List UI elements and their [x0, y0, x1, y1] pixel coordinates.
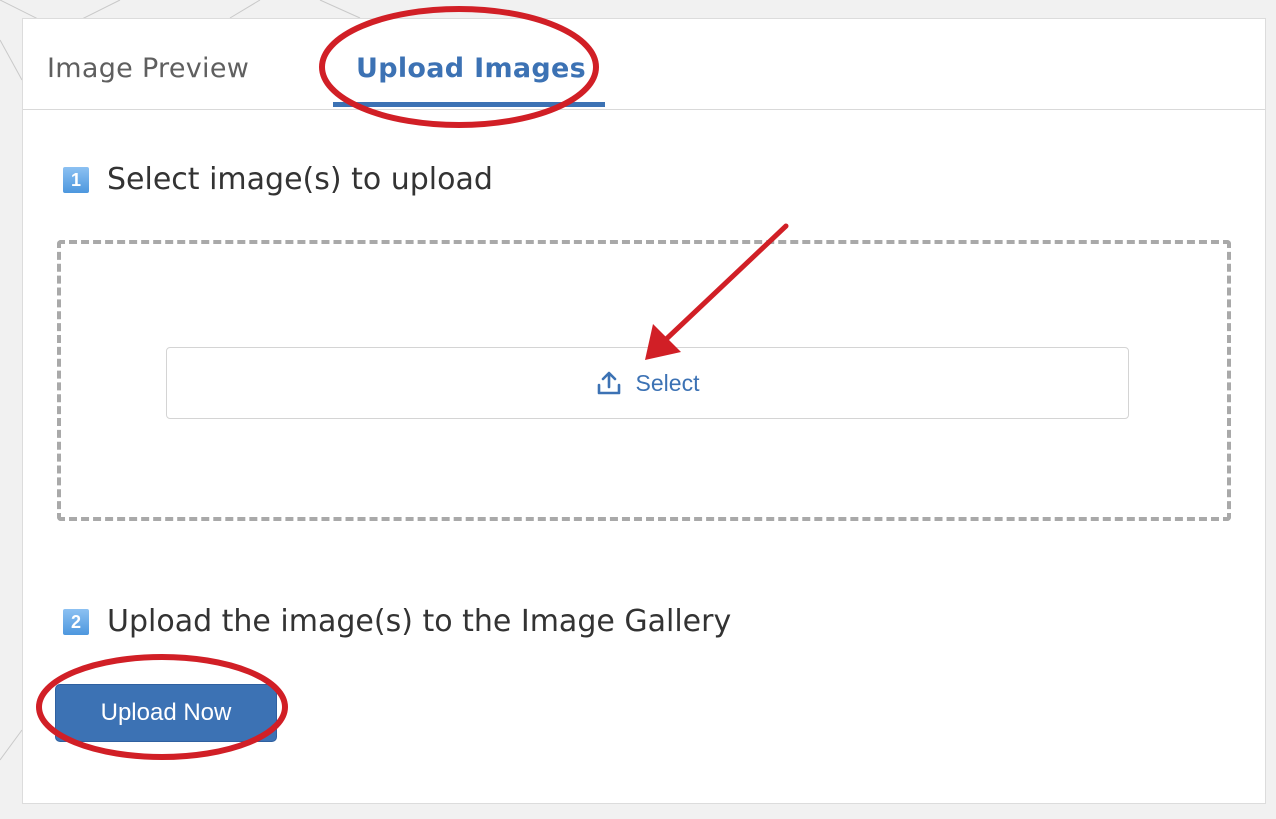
- upload-icon: [596, 370, 622, 396]
- step-1-badge: 1: [63, 166, 89, 193]
- step-2-label: Upload the image(s) to the Image Gallery: [107, 604, 732, 639]
- step-2-heading: 2 Upload the image(s) to the Image Galle…: [63, 604, 731, 639]
- image-dropzone[interactable]: Select: [57, 240, 1231, 521]
- tab-bar: Image Preview Upload Images: [23, 19, 1265, 110]
- active-tab-indicator: [333, 102, 605, 107]
- tab-image-preview[interactable]: Image Preview: [47, 53, 249, 84]
- tab-upload-images[interactable]: Upload Images: [356, 53, 586, 84]
- step-1-label: Select image(s) to upload: [107, 162, 493, 197]
- select-button-label: Select: [635, 369, 700, 396]
- upload-now-button[interactable]: Upload Now: [55, 684, 277, 742]
- step-1-heading: 1 Select image(s) to upload: [63, 162, 493, 197]
- upload-panel: Image Preview Upload Images 1 Select ima…: [22, 18, 1266, 804]
- select-button[interactable]: Select: [166, 347, 1129, 419]
- step-2-badge: 2: [63, 608, 89, 635]
